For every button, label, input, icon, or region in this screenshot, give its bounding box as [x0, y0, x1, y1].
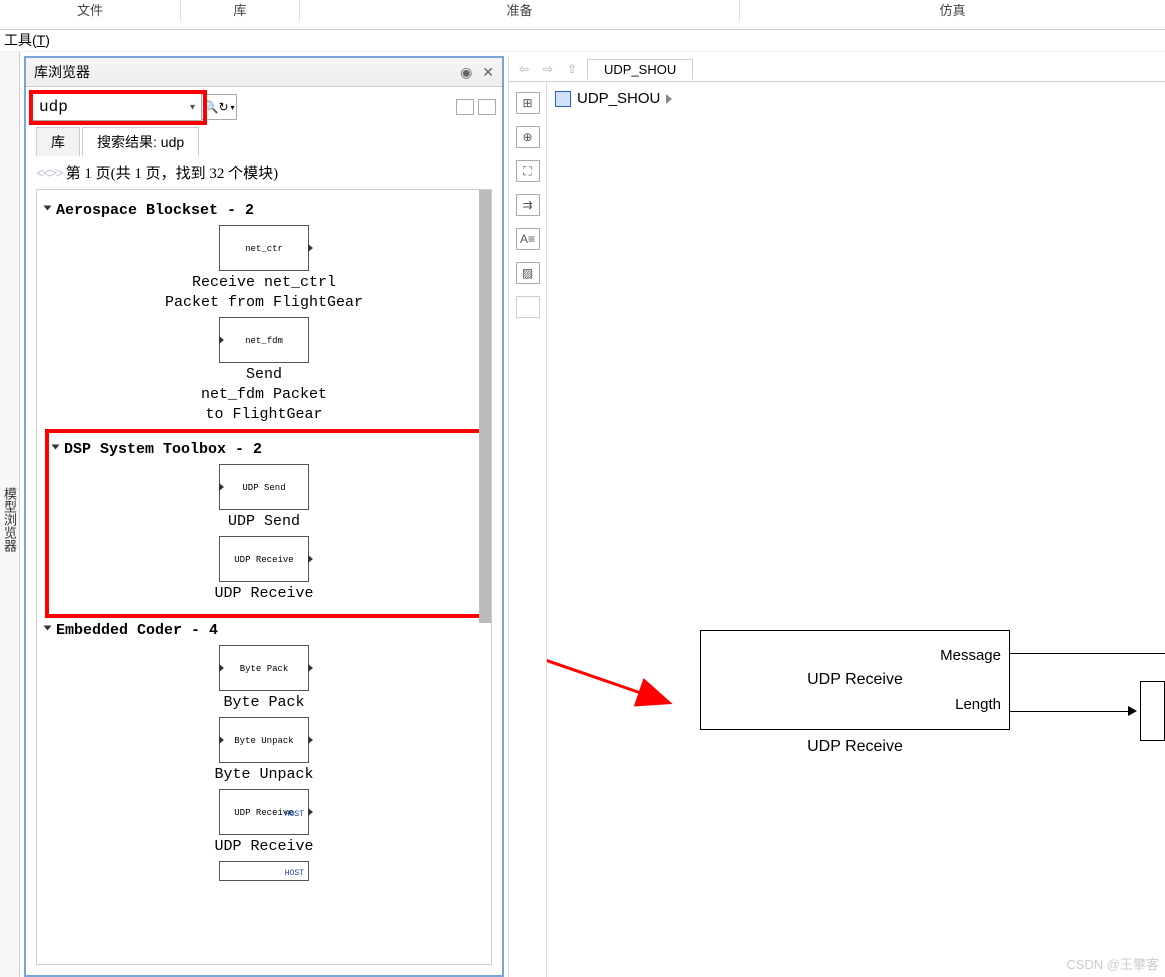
library-browser-tabs: 库 搜索结果: udp: [26, 127, 502, 156]
model-canvas[interactable]: UDP_SHOU: [547, 82, 1165, 977]
editor-canvas-pane: ⇦ ⇨ ⇧ UDP_SHOU ⊞ ⊕ ⛶ ⇉ A≡ ▨ UDP_SHOU: [508, 56, 1165, 977]
search-refresh-icon: 🔍↻: [204, 100, 229, 114]
watermark: CSDN @王攀客: [1066, 954, 1159, 973]
expand-icon: [44, 206, 52, 211]
breadcrumb[interactable]: UDP_SHOU: [555, 90, 672, 107]
ribbon-group-simulation: 仿真: [740, 0, 1165, 21]
grid-view-icon[interactable]: [478, 99, 496, 115]
library-browser-panel: 库浏览器 ◉ ✕ ▾ 🔍↻ ▾ 库 搜索结果: udp: [24, 56, 504, 977]
nav-back-icon[interactable]: ⇦: [515, 60, 533, 78]
block-item[interactable]: HOST: [45, 861, 483, 886]
block-item[interactable]: Byte Pack Byte Pack: [45, 645, 483, 711]
block-item[interactable]: net_fdm Send net_fdm Packet to FlightGea…: [45, 317, 483, 423]
chevron-right-icon: [666, 94, 672, 104]
block-port-message: Message: [940, 647, 1001, 664]
ribbon-group-library: 库: [180, 0, 300, 21]
result-group-header[interactable]: Aerospace Blockset - 2: [45, 202, 483, 219]
ribbon-group-prepare: 准备: [300, 0, 740, 21]
model-browser-side-tab[interactable]: 模型浏览器: [0, 52, 20, 977]
search-input[interactable]: [32, 93, 202, 121]
scrollbar[interactable]: [479, 190, 491, 623]
empty-tool-icon[interactable]: [516, 296, 540, 318]
tools-menu[interactable]: 工具(T): [0, 30, 1165, 52]
dropdown-icon[interactable]: ◉: [460, 64, 472, 80]
downstream-block-stub[interactable]: [1140, 681, 1165, 741]
image-icon[interactable]: ▨: [516, 262, 540, 284]
search-results-list[interactable]: Aerospace Blockset - 2 net_ctr Receive n…: [36, 189, 492, 965]
signal-wire: [1010, 653, 1165, 654]
library-browser-title-bar: 库浏览器 ◉ ✕: [26, 58, 502, 87]
search-button[interactable]: 🔍↻ ▾: [201, 94, 237, 120]
block-label: UDP Receive: [807, 671, 903, 689]
list-view-icon[interactable]: [456, 99, 474, 115]
expand-icon: [52, 445, 60, 450]
ribbon-groups: 文件 库 准备 仿真: [0, 0, 1165, 30]
block-item[interactable]: UDP Send UDP Send: [53, 464, 475, 530]
block-item[interactable]: Byte Unpack Byte Unpack: [45, 717, 483, 783]
result-group-header[interactable]: Embedded Coder - 4: [45, 622, 483, 639]
dropdown-icon[interactable]: ▾: [190, 102, 195, 113]
block-port-length: Length: [955, 696, 1001, 713]
canvas-tab[interactable]: UDP_SHOU: [587, 59, 693, 80]
block-item[interactable]: HOSTUDP Receive UDP Receive: [45, 789, 483, 855]
block-item[interactable]: net_ctr Receive net_ctrl Packet from Fli…: [45, 225, 483, 311]
search-results-pager: <<>> 第 1 页(共 1 页，找到 32 个模块): [26, 156, 502, 189]
result-group-header[interactable]: DSP System Toolbox - 2: [53, 441, 475, 458]
signal-wire: [1010, 711, 1130, 712]
model-icon: [555, 91, 571, 107]
annotation-arrow: [547, 82, 1165, 882]
close-icon[interactable]: ✕: [482, 64, 494, 80]
expand-icon: [44, 626, 52, 631]
fit-to-view-icon[interactable]: ⛶: [516, 160, 540, 182]
tab-library[interactable]: 库: [36, 127, 80, 156]
annotation-icon[interactable]: A≡: [516, 228, 540, 250]
nav-forward-icon[interactable]: ⇨: [539, 60, 557, 78]
tab-search-results[interactable]: 搜索结果: udp: [82, 127, 199, 156]
canvas-tab-bar: ⇦ ⇨ ⇧ UDP_SHOU: [509, 56, 1165, 82]
zoom-in-icon[interactable]: ⊕: [516, 126, 540, 148]
block-item[interactable]: UDP Receive UDP Receive: [53, 536, 475, 602]
toggle-panel-icon[interactable]: ⊞: [516, 92, 540, 114]
signal-arrow-icon: [1128, 706, 1137, 716]
pager-next-icon[interactable]: >>: [49, 166, 62, 182]
canvas-toolbar: ⊞ ⊕ ⛶ ⇉ A≡ ▨: [509, 82, 547, 977]
annotation-group-highlight: DSP System Toolbox - 2 UDP Send UDP Send…: [45, 429, 483, 618]
ribbon-group-file: 文件: [0, 0, 180, 21]
nav-up-icon[interactable]: ⇧: [563, 60, 581, 78]
auto-layout-icon[interactable]: ⇉: [516, 194, 540, 216]
canvas-block-udp-receive[interactable]: UDP Receive Message Length: [700, 630, 1010, 730]
canvas-block-name: UDP Receive: [700, 738, 1010, 756]
library-browser-title: 库浏览器: [34, 62, 90, 82]
pager-prev-icon[interactable]: <<: [36, 166, 49, 182]
chevron-down-icon: ▾: [231, 103, 235, 112]
